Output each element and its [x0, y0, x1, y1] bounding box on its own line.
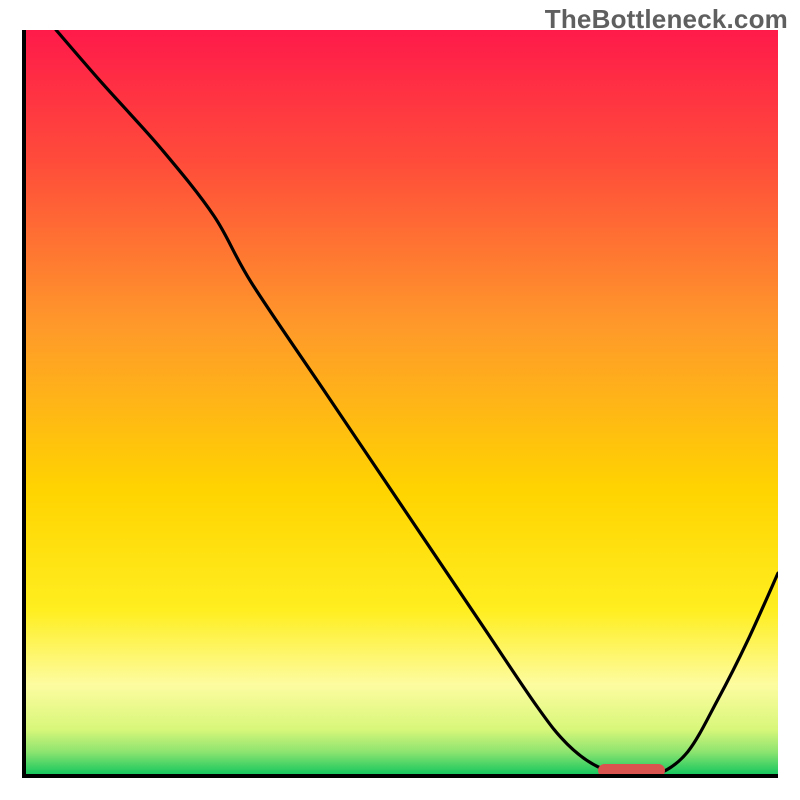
chart-stage: TheBottleneck.com [0, 0, 800, 800]
watermark-text: TheBottleneck.com [545, 4, 788, 35]
axes-frame [22, 30, 778, 778]
